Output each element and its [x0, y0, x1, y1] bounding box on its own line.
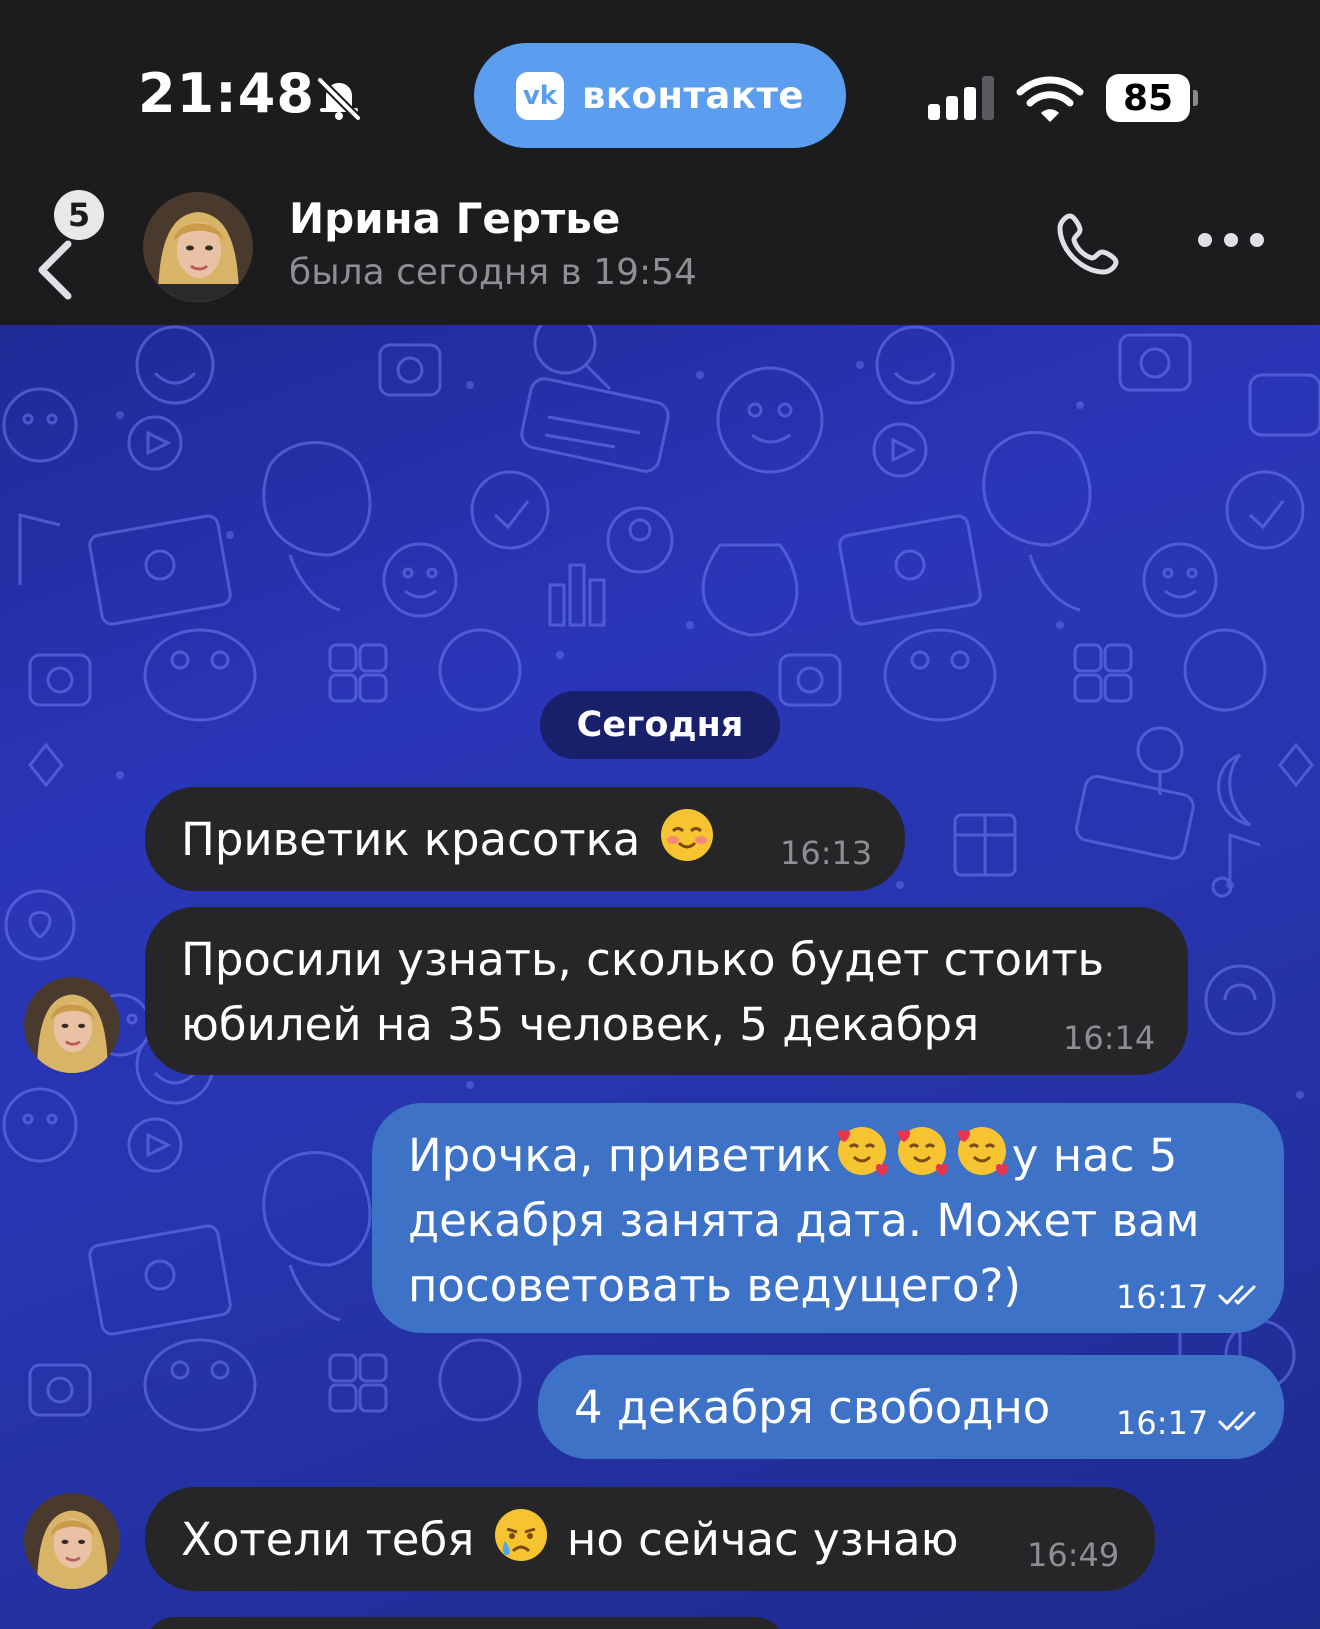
message-text: Ирочка, приветик у нас 5 декабря занята да…	[408, 1123, 1200, 1318]
more-icon[interactable]	[1196, 230, 1266, 250]
date-separator: Сегодня	[540, 691, 780, 759]
vk-app-name: вконтакте	[581, 74, 805, 117]
phone-icon[interactable]	[1052, 210, 1122, 280]
avatar[interactable]	[24, 977, 120, 1073]
message-bubble-incoming[interactable]: Приветик красотка 16:13	[145, 787, 905, 891]
message-bubble-outgoing[interactable]: 4 декабря свободно 16:17	[538, 1355, 1284, 1459]
smiling-hearts-emoji-icon	[897, 1127, 948, 1176]
message-bubble-incoming[interactable]: Просили узнать, сколько будет стоить юби…	[145, 907, 1188, 1075]
message-time: 16:13	[780, 834, 873, 872]
message-time: 16:17	[1116, 1278, 1209, 1316]
signal-icon	[928, 76, 994, 120]
battery-level: 85	[1106, 74, 1190, 122]
message-time: 16:49	[1027, 1536, 1120, 1574]
chat-area[interactable]: Сегодня Приветик красотка 16:13 Просили …	[0, 325, 1320, 1629]
message-bubble-outgoing[interactable]: Ирочка, приветик у нас 5 декабря занята да…	[372, 1103, 1284, 1333]
chat-header: 5 Ирина Гертье была сегодня в 19:54	[0, 190, 1320, 325]
message-text: 4 декабря свободно	[574, 1381, 1051, 1434]
message-time: 16:17	[1116, 1404, 1209, 1442]
unread-count-badge: 5	[54, 190, 104, 240]
battery-icon: 85	[1106, 74, 1198, 122]
read-checkmarks-icon	[1218, 1411, 1256, 1431]
message-bubble-incoming[interactable]	[145, 1617, 785, 1629]
vk-app-pill[interactable]: vk вконтакте	[474, 43, 846, 148]
vk-logo-icon: vk	[515, 71, 564, 120]
contact-name[interactable]: Ирина Гертье	[289, 194, 620, 243]
message-time: 16:14	[1063, 1019, 1156, 1057]
message-text: Просили узнать, сколько будет стоить юби…	[181, 933, 1105, 1051]
back-icon[interactable]	[34, 232, 78, 308]
status-bar: 21:48 vk вконтакте 85	[0, 0, 1320, 190]
message-text: Приветик красотка	[181, 807, 719, 872]
bell-slash-icon	[317, 77, 361, 121]
message-bubble-incoming[interactable]: Хотели тебя но сейчас узнаю 16:49	[145, 1487, 1155, 1591]
avatar[interactable]	[143, 192, 253, 302]
smiling-hearts-emoji-icon	[957, 1127, 1008, 1176]
avatar[interactable]	[24, 1493, 120, 1589]
wifi-icon	[1016, 76, 1084, 122]
smiling-blush-emoji-icon	[660, 809, 713, 861]
status-time: 21:48	[138, 62, 315, 125]
last-seen-status: была сегодня в 19:54	[289, 252, 697, 293]
crying-face-emoji-icon	[494, 1509, 547, 1561]
read-checkmarks-icon	[1218, 1285, 1256, 1305]
message-text: Хотели тебя но сейчас узнаю	[181, 1507, 959, 1572]
smiling-hearts-emoji-icon	[837, 1127, 888, 1176]
